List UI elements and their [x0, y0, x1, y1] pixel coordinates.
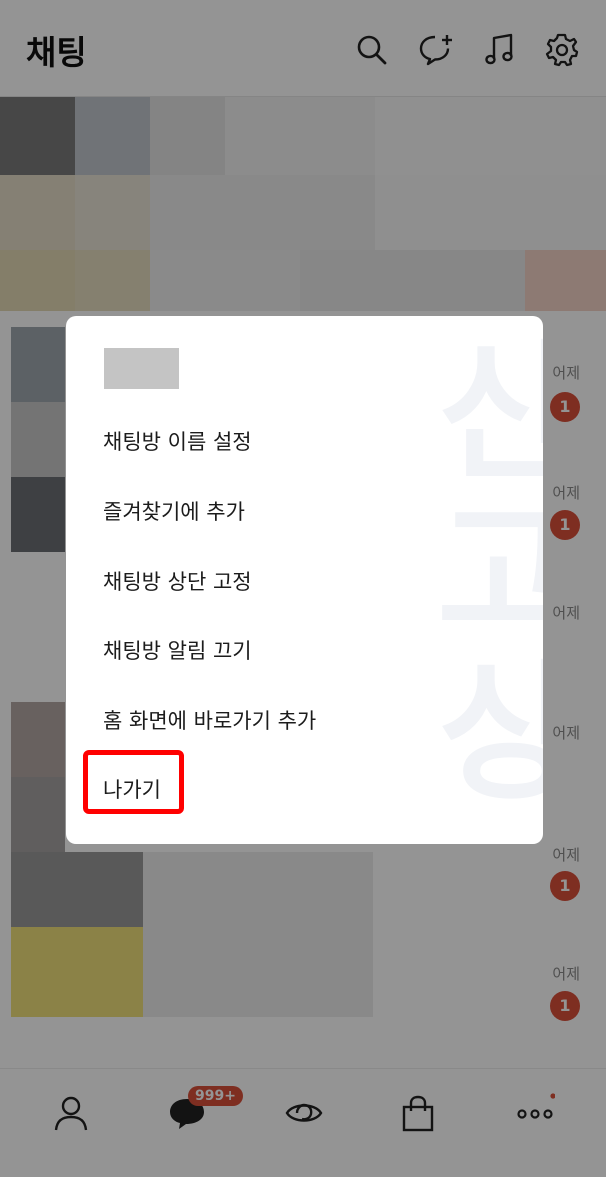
- chat-context-menu: 신고싱 채팅방 이름 설정 즐겨찾기에 추가 채팅방 상단 고정 채팅방 알림 …: [66, 316, 543, 844]
- dialog-watermark: 신고싱: [437, 327, 543, 821]
- menu-item-mute[interactable]: 채팅방 알림 끄기: [103, 635, 252, 665]
- menu-item-add-favorite[interactable]: 즐겨찾기에 추가: [103, 496, 245, 526]
- leave-highlight-box: [83, 750, 184, 814]
- chat-name-redacted: [104, 348, 179, 389]
- menu-item-rename[interactable]: 채팅방 이름 설정: [103, 426, 252, 456]
- menu-item-home-shortcut[interactable]: 홈 화면에 바로가기 추가: [103, 705, 316, 735]
- menu-item-pin-top[interactable]: 채팅방 상단 고정: [103, 566, 252, 596]
